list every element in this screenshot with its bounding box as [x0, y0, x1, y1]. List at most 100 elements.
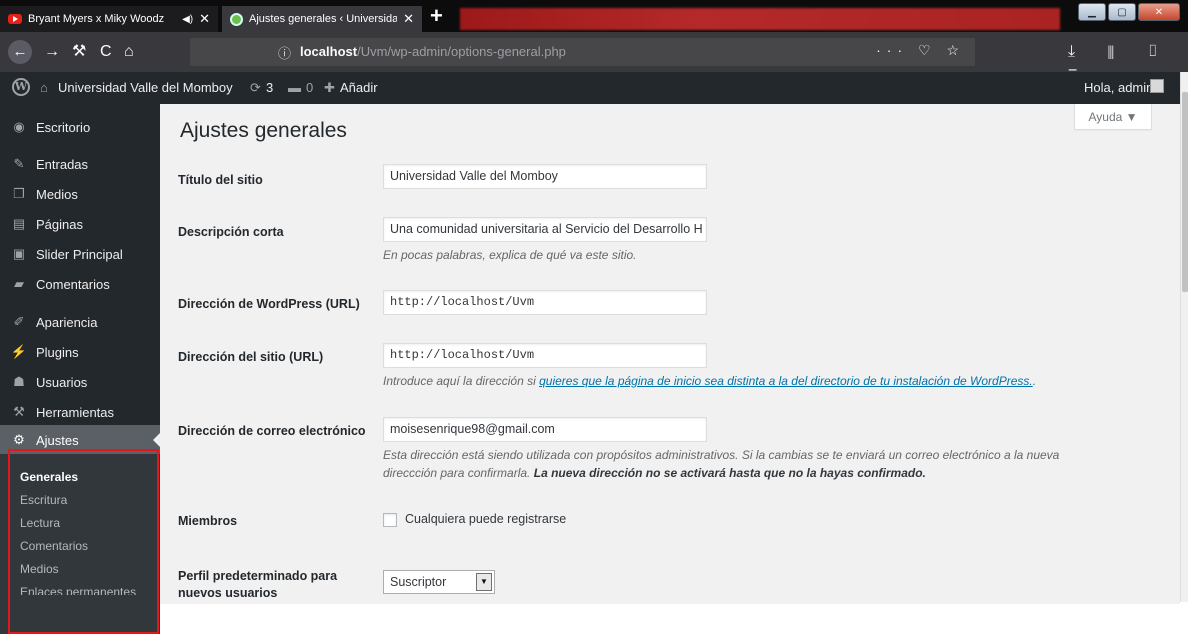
site-url-description: Introduce aquí la dirección si quieres q… [383, 374, 1037, 388]
admin-email-description-line1: Esta dirección está siendo utilizada con… [383, 448, 1060, 462]
page-title: Ajustes generales [180, 119, 347, 142]
dashboard-icon: ◉ [13, 119, 25, 134]
screenshot-frame: Bryant Myers x Miky Woodz ◀) ✕ Ajustes g… [0, 0, 1188, 634]
sidebar-item-label: Herramientas [36, 404, 115, 420]
admin-email-label: Dirección de correo electrónico [178, 424, 366, 438]
pin-icon: ✎ [13, 156, 25, 171]
browser-tab-youtube[interactable]: Bryant Myers x Miky Woodz ◀) ✕ [0, 6, 218, 32]
admin-email-description-line2: direccción para confirmarla. La nueva di… [383, 466, 926, 480]
maximize-button[interactable]: ▢ [1108, 3, 1136, 21]
comments-count[interactable]: 0 [306, 80, 313, 95]
new-content-link[interactable]: Añadir [340, 80, 378, 95]
sidebar-item-usuarios[interactable]: ☗ Usuarios [0, 367, 160, 397]
sidebar-item-plugins[interactable]: ⚡ Plugins [0, 337, 160, 367]
site-title-input[interactable]: Universidad Valle del Momboy [383, 164, 707, 189]
membership-checkbox-label[interactable]: Cualquiera puede registrarse [405, 512, 566, 526]
sidebar-item-label: Páginas [36, 216, 83, 232]
submenu-item-medios[interactable]: Medios [20, 562, 59, 576]
sidebar-item-comentarios[interactable]: ▰ Comentarios [0, 269, 160, 299]
tab-title: Bryant Myers x Miky Woodz [28, 13, 165, 25]
submenu-item-generales[interactable]: Generales [20, 470, 78, 484]
site-url-help-link[interactable]: quieres que la página de inicio sea dist… [539, 374, 1033, 388]
plus-icon[interactable]: ✚ [324, 80, 335, 96]
url-bar[interactable]: ⓘ localhost/Uvm/wp-admin/options-general… [190, 38, 975, 66]
default-role-select[interactable]: Suscriptor ▼ [383, 570, 495, 594]
site-info-icon[interactable]: ⓘ [278, 43, 291, 62]
membership-label: Miembros [178, 514, 238, 528]
wp-url-input[interactable]: http://localhost/Uvm [383, 290, 707, 315]
settings-icon: ⚙ [13, 432, 25, 447]
reload-icon[interactable]: C [100, 41, 112, 63]
speaker-icon[interactable]: ◀) [182, 14, 193, 25]
sidebar-item-label: Slider Principal [36, 246, 123, 262]
brush-icon: ✐ [13, 314, 25, 329]
submenu-item-lectura[interactable]: Lectura [20, 516, 60, 530]
close-tab-icon[interactable]: ✕ [403, 11, 414, 27]
slider-icon: ▣ [12, 246, 26, 261]
comments-icon: ▰ [14, 276, 24, 291]
back-icon[interactable]: ← [8, 40, 32, 64]
sidebar-item-label: Medios [36, 186, 78, 202]
submenu-item-escritura[interactable]: Escritura [20, 493, 67, 507]
page-actions-icon[interactable]: ··· ♡ ☆ [876, 42, 965, 59]
media-icon: ❐ [13, 186, 25, 201]
minimize-button[interactable]: ▁ [1078, 3, 1106, 21]
sidebar-item-label: Usuarios [36, 374, 88, 390]
pages-icon: ▤ [12, 216, 26, 231]
default-role-value: Suscriptor [390, 575, 447, 589]
sidebar-item-herramientas[interactable]: ⚒ Herramientas [0, 397, 160, 427]
sidebar-item-label: Comentarios [36, 276, 110, 292]
browser-tab-active[interactable]: Ajustes generales ‹ Universidad ✕ [222, 6, 422, 32]
youtube-icon [8, 14, 22, 24]
customize-icon[interactable]: ⚒ [72, 41, 86, 63]
sidebar-item-slider-principal[interactable]: ▣ Slider Principal [0, 239, 160, 269]
membership-checkbox[interactable] [383, 513, 397, 527]
forward-icon[interactable]: → [44, 41, 60, 63]
new-tab-button[interactable]: + [430, 3, 443, 29]
wp-admin-sidebar: ◉ Escritorio ✎ Entradas ❐ Medios ▤ Págin… [0, 104, 160, 634]
close-window-button[interactable]: ✕ [1138, 3, 1180, 21]
sidebar-item-label: Entradas [36, 156, 89, 172]
sidebar-item-escritorio[interactable]: ◉ Escritorio [0, 112, 160, 142]
updates-count[interactable]: 3 [266, 80, 273, 95]
sidebar-item-medios[interactable]: ❐ Medios [0, 179, 160, 209]
tagline-input[interactable]: Una comunidad universitaria al Servicio … [383, 217, 707, 242]
globe-icon [230, 12, 243, 26]
home-icon[interactable]: ⌂ [124, 41, 134, 63]
home-icon[interactable]: ⌂ [40, 80, 48, 95]
admin-greeting[interactable]: Hola, admin [1084, 80, 1153, 95]
submenu-item-comentarios[interactable]: Comentarios [20, 539, 88, 553]
avatar[interactable] [1150, 79, 1164, 93]
comments-icon[interactable]: ▬ [288, 80, 301, 95]
blurred-window-title [460, 8, 1060, 30]
site-url-label: Dirección del sitio (URL) [178, 350, 324, 364]
ajustes-submenu: Generales Escritura Lectura Comentarios … [0, 454, 160, 634]
sidebar-item-paginas[interactable]: ▤ Páginas [0, 209, 160, 239]
sidebar-item-ajustes[interactable]: ⚙ Ajustes [0, 425, 160, 455]
wp-url-label: Dirección de WordPress (URL) [178, 297, 360, 311]
site-url-input[interactable]: http://localhost/Uvm [383, 343, 707, 368]
chevron-down-icon[interactable]: ▼ [476, 573, 492, 591]
submenu-item-enlaces-permanentes[interactable]: Enlaces permanentes [20, 585, 136, 595]
wordpress-logo-icon[interactable]: W [12, 78, 30, 96]
scrollbar-thumb[interactable] [1182, 92, 1188, 292]
admin-email-input[interactable]: moisesenrique98@gmail.com [383, 417, 707, 442]
close-tab-icon[interactable]: ✕ [199, 11, 210, 27]
admin-bar-site-name[interactable]: Universidad Valle del Momboy [58, 80, 233, 95]
users-icon: ☗ [13, 374, 25, 389]
main-content: Ayuda ▼ Ajustes generales Título del sit… [160, 104, 1180, 604]
updates-icon[interactable]: ⟳ [250, 80, 261, 96]
sidebar-item-label: Plugins [36, 344, 79, 360]
tab-title: Ajustes generales ‹ Universidad [249, 13, 398, 25]
default-role-label-line1: Perfil predeterminado para [178, 569, 338, 583]
wp-admin-bar: W ⌂ Universidad Valle del Momboy ⟳ 3 ▬ 0… [0, 72, 1180, 104]
plug-icon: ⚡ [10, 344, 28, 359]
default-role-label-line2: nuevos usuarios [178, 586, 278, 600]
sidebar-item-label: Apariencia [36, 314, 98, 330]
sidebar-item-label: Escritorio [36, 119, 91, 135]
sidebar-item-entradas[interactable]: ✎ Entradas [0, 149, 160, 179]
sidebar-item-apariencia[interactable]: ✐ Apariencia [0, 307, 160, 337]
browser-tab-bar: Bryant Myers x Miky Woodz ◀) ✕ Ajustes g… [0, 0, 1188, 32]
page-scrollbar[interactable] [1180, 72, 1188, 602]
help-tab-button[interactable]: Ayuda ▼ [1074, 104, 1152, 130]
